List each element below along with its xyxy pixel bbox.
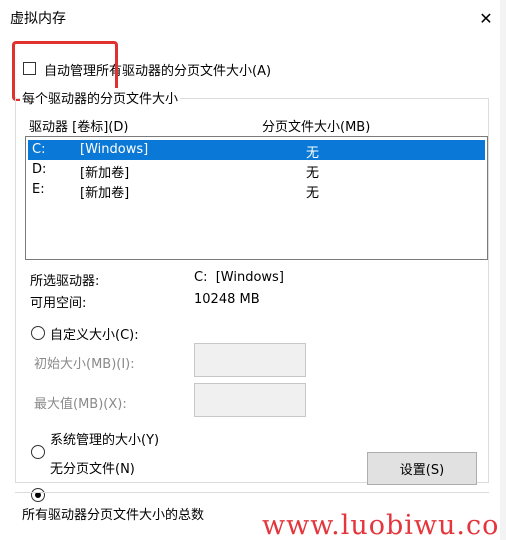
drive-label: [新加卷]: [80, 186, 130, 201]
free-space-label: 可用空间:: [30, 296, 87, 311]
no-paging-radio[interactable]: [31, 488, 45, 502]
initial-size-input[interactable]: [194, 343, 306, 377]
drive-size: 无: [306, 146, 320, 161]
list-row-e[interactable]: E: [新加卷] 无: [28, 180, 485, 201]
drive-label: [新加卷]: [80, 166, 130, 181]
drive-size: 无: [306, 186, 320, 201]
set-button-label: 设置(S): [399, 463, 445, 478]
system-managed-label: 系统管理的大小(Y): [50, 433, 160, 448]
list-row-d[interactable]: D: [新加卷] 无: [28, 160, 485, 181]
drive-letter: C:: [32, 142, 46, 157]
max-size-label: 最大值(MB)(X):: [34, 397, 127, 412]
watermark-text: www.luobiwu.com: [262, 510, 506, 540]
auto-manage-label: 自动管理所有驱动器的分页文件大小(A): [44, 64, 272, 79]
window-title: 虚拟内存: [10, 11, 66, 27]
selected-drive-value: C: [Windows]: [194, 270, 284, 285]
list-row-c[interactable]: C: [Windows] 无: [28, 140, 485, 161]
initial-size-label: 初始大小(MB)(I):: [34, 357, 135, 372]
custom-size-label: 自定义大小(C):: [50, 328, 139, 343]
paging-group-legend: 每个驱动器的分页文件大小: [20, 88, 181, 107]
set-button[interactable]: 设置(S): [367, 452, 477, 485]
system-managed-radio[interactable]: [31, 445, 45, 459]
column-header-size: 分页文件大小(MB): [262, 120, 371, 135]
no-paging-label: 无分页文件(N): [50, 462, 135, 477]
total-group-border: [15, 492, 489, 493]
drive-size: 无: [306, 166, 320, 181]
drive-list[interactable]: C: [Windows] 无 D: [新加卷] 无 E: [新加卷] 无: [25, 136, 488, 260]
drive-letter: D:: [32, 162, 47, 177]
custom-size-radio[interactable]: [31, 326, 45, 340]
auto-manage-checkbox[interactable]: [23, 62, 36, 75]
drive-letter: E:: [32, 182, 45, 197]
column-header-drive: 驱动器 [卷标](D): [29, 120, 129, 135]
selected-drive-label: 所选驱动器:: [30, 274, 100, 289]
title-bar: [0, 0, 506, 36]
close-icon: ✕: [479, 8, 493, 28]
close-button[interactable]: ✕: [468, 1, 504, 35]
max-size-input[interactable]: [194, 383, 306, 417]
window-right-edge: [500, 0, 506, 540]
drive-label: [Windows]: [80, 142, 149, 157]
free-space-value: 10248 MB: [194, 292, 260, 307]
total-group-legend: 所有驱动器分页文件大小的总数: [20, 504, 207, 523]
